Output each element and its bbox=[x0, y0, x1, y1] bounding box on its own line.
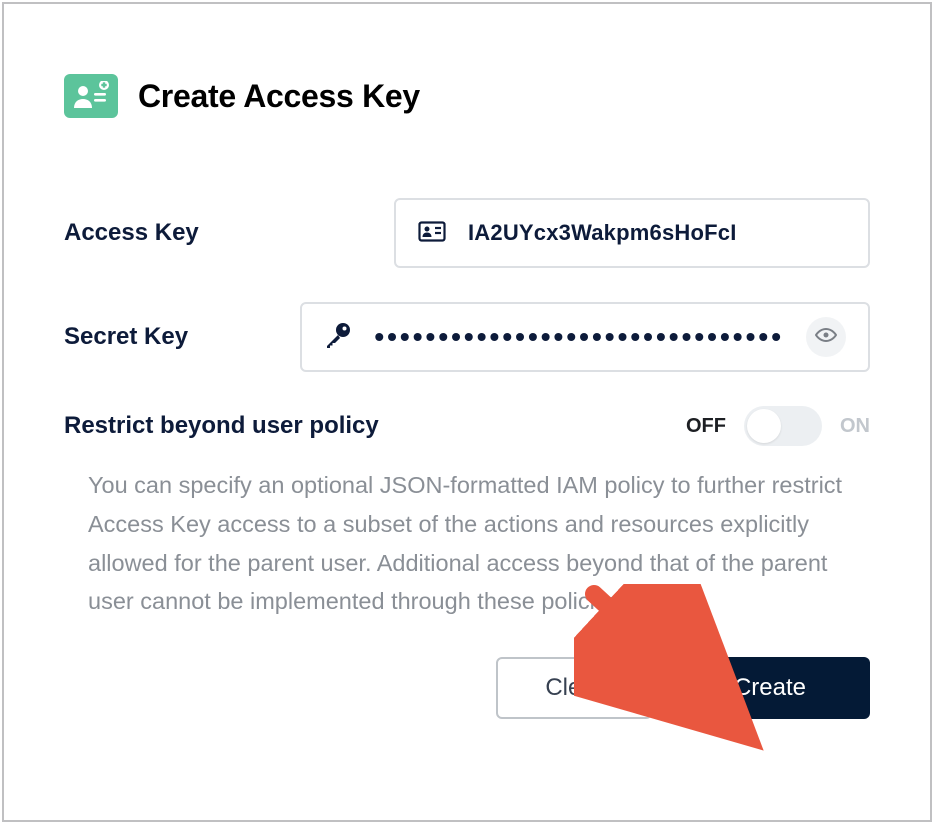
access-key-value: IA2UYcx3Wakpm6sHoFcI bbox=[468, 220, 737, 246]
access-key-field[interactable]: IA2UYcx3Wakpm6sHoFcI bbox=[394, 198, 870, 268]
toggle-knob bbox=[747, 409, 781, 443]
action-bar: Clear Create bbox=[64, 657, 870, 719]
clear-button[interactable]: Clear bbox=[496, 657, 652, 719]
badge-plus-icon bbox=[64, 74, 118, 118]
create-button[interactable]: Create bbox=[670, 657, 870, 719]
access-key-label: Access Key bbox=[64, 219, 394, 247]
access-key-row: Access Key IA2UYcx3Wakpm6sHoFcI bbox=[64, 198, 870, 268]
secret-key-field[interactable]: •••••••••••••••••••••••••••••••• bbox=[300, 302, 870, 372]
restrict-policy-row: Restrict beyond user policy OFF ON bbox=[64, 406, 870, 446]
panel-header: Create Access Key bbox=[64, 74, 870, 118]
eye-icon bbox=[815, 327, 837, 348]
reveal-secret-button[interactable] bbox=[806, 317, 846, 357]
page-title: Create Access Key bbox=[138, 78, 420, 115]
secret-key-masked-value: •••••••••••••••••••••••••••••••• bbox=[374, 323, 784, 351]
secret-key-label: Secret Key bbox=[64, 323, 300, 351]
restrict-toggle-wrap: OFF ON bbox=[686, 406, 870, 446]
toggle-on-label: ON bbox=[840, 415, 870, 438]
secret-key-row: Secret Key •••••••••••••••••••••••••••••… bbox=[64, 302, 870, 372]
restrict-description: You can specify an optional JSON-formatt… bbox=[64, 466, 870, 621]
restrict-toggle[interactable] bbox=[744, 406, 822, 446]
key-icon bbox=[324, 322, 352, 353]
id-card-icon bbox=[418, 220, 446, 247]
restrict-policy-label: Restrict beyond user policy bbox=[64, 412, 686, 440]
toggle-off-label: OFF bbox=[686, 415, 726, 438]
create-access-key-panel: Create Access Key Access Key IA2UYcx3Wak… bbox=[2, 2, 932, 822]
